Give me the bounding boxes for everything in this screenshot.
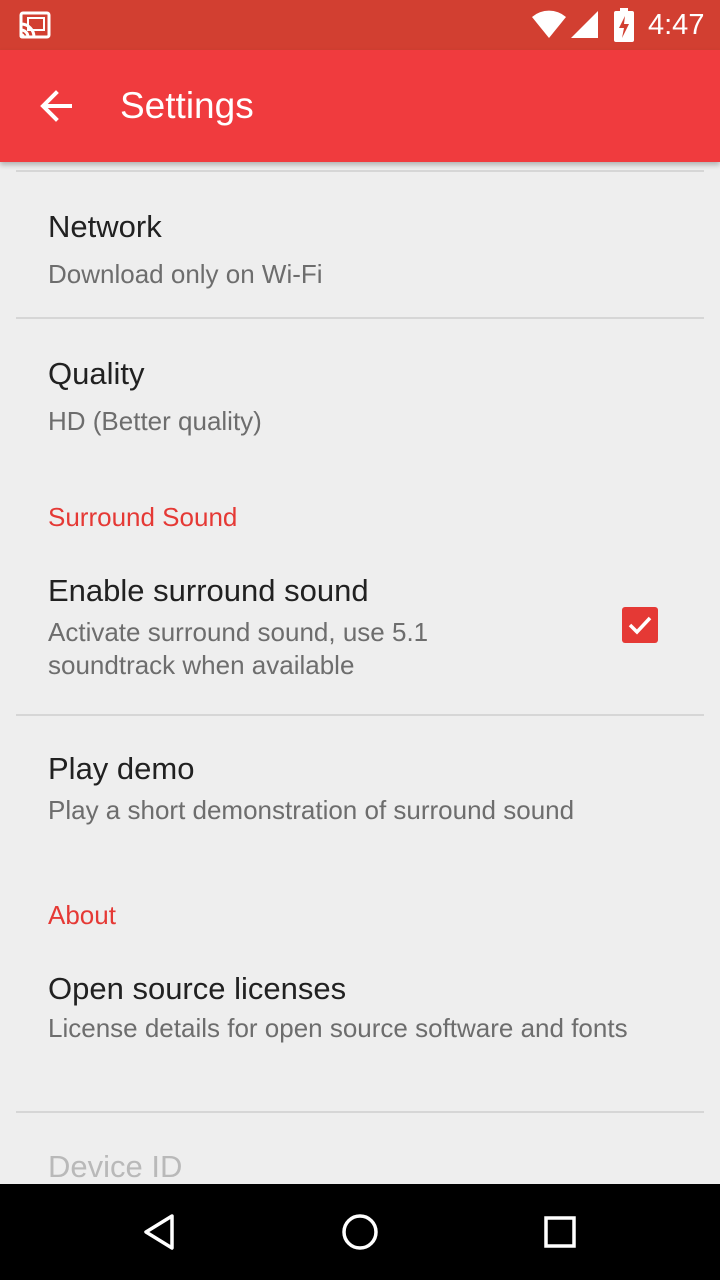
navigation-bar <box>0 1184 720 1280</box>
status-bar: 4:47 <box>0 0 720 50</box>
pref-summary: License details for open source software… <box>48 1013 628 1043</box>
pref-title: Enable surround sound <box>48 573 369 608</box>
pref-quality[interactable]: Quality HD (Better quality) <box>0 319 720 467</box>
arrow-back-icon[interactable] <box>30 80 82 132</box>
pref-summary: Download only on Wi-Fi <box>48 259 323 289</box>
check-icon <box>628 616 652 635</box>
pref-title: Quality <box>48 356 145 391</box>
home-circle-icon[interactable] <box>338 1210 382 1254</box>
pref-title: Network <box>48 209 162 244</box>
cast-icon <box>19 11 51 39</box>
page-title: Settings <box>120 85 254 126</box>
wifi-icon <box>532 10 566 38</box>
status-time: 4:47 <box>648 9 705 41</box>
pref-enable-surround[interactable]: Enable surround sound Activate surround … <box>0 552 720 714</box>
pref-title: Play demo <box>48 751 195 786</box>
pref-device-id: Device ID <box>0 1113 720 1184</box>
battery-charging-icon <box>614 8 634 42</box>
pref-summary: Play a short demonstration of surround s… <box>48 795 575 825</box>
category-about: About <box>48 900 116 930</box>
pref-play-demo[interactable]: Play demo Play a short demonstration of … <box>0 716 720 864</box>
recents-square-icon[interactable] <box>538 1210 582 1254</box>
pref-title: Device ID <box>48 1149 183 1184</box>
signal-icon <box>571 11 598 38</box>
pref-summary: Activate surround sound, use 5.1 soundtr… <box>48 617 429 680</box>
pref-network[interactable]: Network Download only on Wi-Fi <box>0 170 720 318</box>
pref-title: Open source licenses <box>48 971 347 1006</box>
pref-summary: HD (Better quality) <box>48 406 262 436</box>
settings-list[interactable]: Network Download only on Wi-Fi Quality H… <box>0 162 720 1184</box>
pref-licenses[interactable]: Open source licenses License details for… <box>0 950 720 1110</box>
toolbar: Settings <box>0 50 720 162</box>
back-triangle-icon[interactable] <box>138 1210 182 1254</box>
category-surround-sound: Surround Sound <box>48 502 238 532</box>
surround-checkbox[interactable] <box>622 607 658 643</box>
